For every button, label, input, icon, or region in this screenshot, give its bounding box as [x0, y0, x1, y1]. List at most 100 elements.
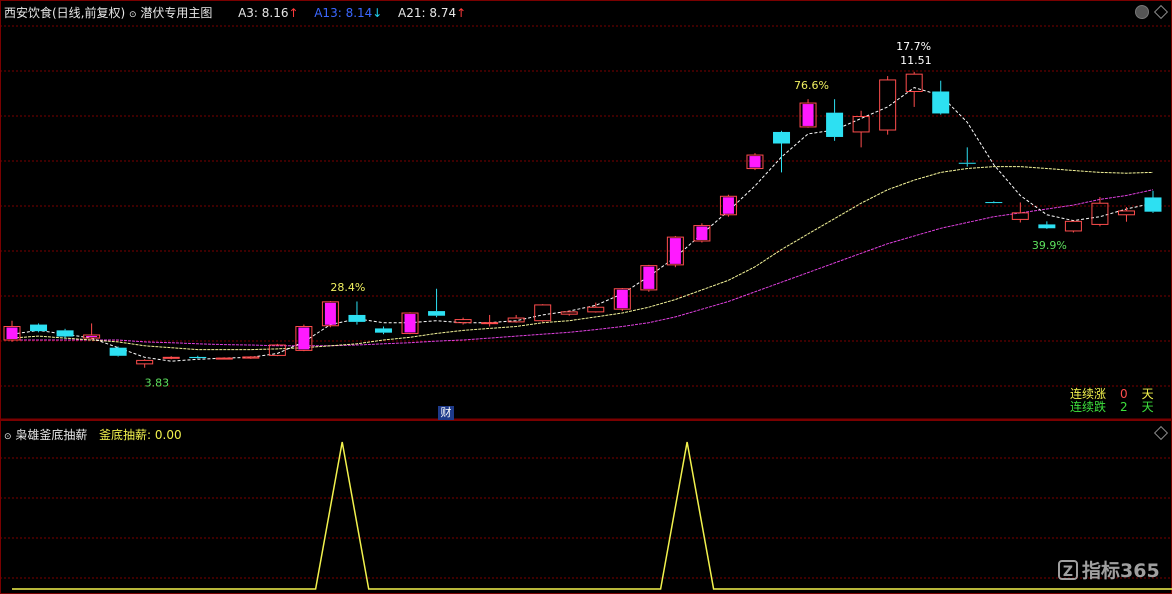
candle-fill [722, 197, 734, 214]
candle [560, 310, 578, 316]
indicator-value: 0.00 [154, 428, 182, 442]
consecutive-fall: 连续跌 2 天 [1070, 398, 1154, 415]
candle-fill [6, 327, 18, 339]
candle-body [1144, 197, 1162, 212]
candle-fill [643, 266, 655, 289]
candle [1144, 190, 1162, 213]
candle-body [189, 356, 207, 359]
annotation-label: 76.6% [794, 79, 829, 92]
fall-unit: 天 [1141, 400, 1154, 414]
candle [136, 359, 154, 368]
candle-body [826, 112, 844, 137]
watermark: Z 指标365 [1058, 556, 1160, 583]
fall-label: 连续跌 [1070, 400, 1107, 414]
candle-body [985, 202, 1003, 204]
candle-fill [298, 327, 310, 350]
candle-fill [404, 314, 416, 333]
candle-body [852, 116, 870, 133]
annotation-label: 28.4% [330, 281, 365, 294]
candle [189, 355, 207, 359]
candle [587, 302, 605, 313]
candle [56, 328, 74, 339]
candle [401, 312, 419, 335]
candle-body [109, 347, 127, 356]
candle [640, 264, 658, 292]
candle [1091, 197, 1109, 227]
candle-body [958, 162, 976, 164]
candle-body [454, 319, 472, 324]
annotation-label: 39.9% [1032, 239, 1067, 252]
candle [1117, 207, 1135, 222]
candle-fill [616, 289, 628, 309]
annotation-label: 11.51 [900, 54, 932, 67]
candle-body [879, 79, 897, 131]
indicator-line [12, 441, 1172, 590]
candle-body [30, 324, 48, 332]
candle-fill [802, 104, 814, 126]
candle [932, 80, 950, 115]
candle [666, 235, 684, 268]
candle-body [428, 311, 446, 316]
candle [162, 356, 180, 360]
candle [3, 320, 21, 342]
candle [879, 76, 897, 135]
candle-body [587, 306, 605, 313]
watermark-text: 指标365 [1082, 560, 1160, 582]
candle-body [1064, 220, 1082, 232]
candle-fill [324, 302, 336, 325]
candle-body [1038, 224, 1056, 229]
candle-body [136, 359, 154, 365]
candle-fill [86, 335, 98, 338]
candlestick-chart[interactable]: 28.4% 76.6% 17.7%11.51 39.9% 3.83 [0, 0, 1172, 420]
candle [454, 317, 472, 325]
annotation-label: 17.7% [896, 40, 931, 53]
candle [1064, 220, 1082, 233]
candle [215, 357, 233, 360]
chart-border [0, 0, 1172, 420]
candle [507, 314, 525, 323]
watermark-logo-icon: Z [1058, 559, 1078, 580]
candle-body [215, 357, 233, 360]
sub-border [0, 420, 1172, 594]
candle [481, 314, 499, 327]
candle [958, 147, 976, 167]
candle [613, 287, 631, 312]
candle-body [560, 311, 578, 315]
candle [1011, 202, 1029, 223]
ma21-line [12, 189, 1154, 347]
candle-body [932, 91, 950, 114]
candle [799, 99, 817, 128]
candle-body [56, 330, 74, 337]
candle [534, 304, 552, 322]
indicator-dropdown-icon[interactable]: ⊙ [4, 432, 12, 442]
candle [30, 323, 48, 333]
candle-body [1117, 210, 1135, 216]
candle-body [162, 356, 180, 359]
candle-body [534, 304, 552, 322]
indicator-name[interactable]: 枭雄釜底抽薪 [15, 428, 87, 442]
candle-fill [669, 238, 681, 264]
candle-body [374, 328, 392, 333]
candle [1038, 221, 1056, 230]
candle [985, 201, 1003, 204]
ma13-line [11, 166, 1154, 351]
indicator-header: ⊙ 枭雄釜底抽薪 釜底抽薪: 0.00 [4, 426, 182, 443]
candle [109, 346, 127, 357]
ma3-line [11, 87, 1154, 362]
candle [348, 301, 366, 325]
candle [83, 323, 101, 340]
finance-marker[interactable]: 财 [438, 406, 454, 420]
candle [374, 326, 392, 335]
candle-body [348, 314, 366, 322]
candle-fill [749, 156, 761, 168]
indicator-chart[interactable] [0, 420, 1172, 594]
candle-body [481, 322, 499, 325]
fall-value: 2 [1120, 400, 1128, 414]
indicator-value-label: 釜底抽薪: [99, 428, 152, 442]
candle [746, 153, 764, 171]
candle-body [773, 131, 791, 144]
candle-fill [696, 226, 708, 240]
candle [826, 99, 844, 141]
candle [852, 110, 870, 148]
candle [428, 288, 446, 318]
